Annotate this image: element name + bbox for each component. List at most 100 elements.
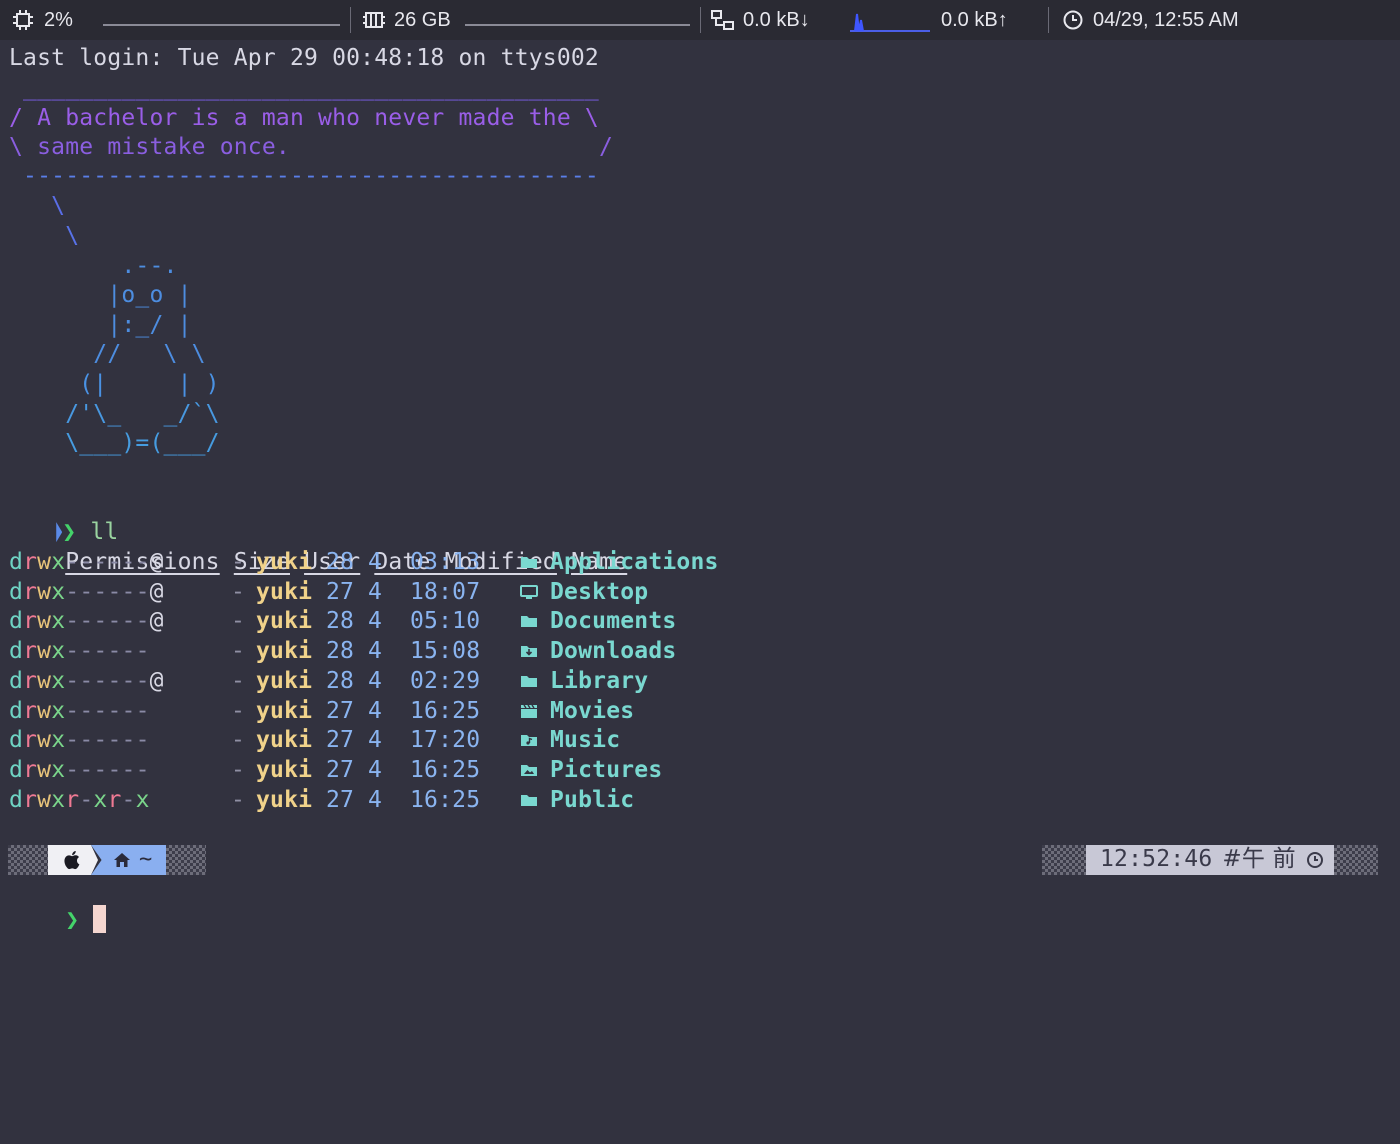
table-row: drwxr-xr-x - yuki 27 4 16:25 Public	[9, 786, 634, 816]
row-time: 15:08	[410, 638, 481, 665]
clock-datetime[interactable]: 04/29, 12:55 AM	[1093, 0, 1239, 40]
row-name[interactable]: Downloads	[550, 638, 676, 664]
row-time: 02:29	[410, 667, 481, 694]
network-graph	[850, 0, 930, 40]
row-size: -	[230, 549, 245, 575]
penguin-art-line: .--.	[9, 253, 178, 279]
status-ampm: #午 前	[1222, 846, 1296, 873]
row-day: 28	[326, 549, 355, 575]
penguin-art-line: \___)=(___/	[9, 430, 220, 456]
row-month: 4	[368, 667, 383, 694]
row-user: yuki	[256, 786, 313, 813]
row-time: 18:07	[410, 578, 481, 605]
row-user: yuki	[256, 638, 313, 665]
network-upload[interactable]: 0.0 kB↑	[941, 0, 1008, 40]
network-icon[interactable]	[711, 0, 735, 40]
speech-bubble-line-2: \ same mistake once. /	[9, 134, 614, 160]
statusline-dither	[166, 845, 207, 875]
row-month: 4	[368, 638, 383, 665]
table-row: drwx------ - yuki 27 4 16:25 Movies	[9, 697, 634, 727]
prompt-symbol: ❯	[65, 906, 80, 933]
row-time: 05:10	[410, 608, 481, 635]
row-permissions: drwx------@	[9, 667, 164, 694]
last-login-text: Last login: Tue Apr 29 00:48:18 on ttys0…	[9, 45, 599, 71]
os-segment	[48, 845, 98, 875]
row-permissions: drwx------	[9, 697, 150, 724]
prompt-marker-line	[0, 814, 63, 868]
row-time: 16:25	[410, 786, 481, 813]
row-name[interactable]: Music	[550, 727, 620, 753]
penguin-art-line: // \ \	[9, 341, 206, 367]
row-month: 4	[368, 608, 383, 635]
current-path: ~	[139, 847, 153, 873]
row-size: -	[230, 578, 245, 605]
row-month: 4	[368, 578, 383, 605]
row-permissions: drwxr-xr-x	[9, 786, 150, 813]
listing-header: Permissions Size User Date Modified Name	[9, 518, 627, 575]
table-row: drwx------@ - yuki 28 4 02:29 Library	[9, 667, 648, 697]
folder-icon	[520, 668, 550, 698]
row-name[interactable]: Documents	[550, 608, 676, 634]
apple-icon	[64, 851, 80, 870]
clapperboard-icon	[520, 698, 550, 728]
row-permissions: drwx------@	[9, 549, 164, 575]
memory-icon[interactable]	[363, 0, 385, 40]
folder-music-icon	[520, 727, 550, 757]
cpu-usage[interactable]: 2%	[44, 0, 73, 40]
row-time: 03:13	[410, 549, 481, 575]
row-day: 27	[326, 578, 355, 605]
row-day: 28	[326, 638, 355, 665]
clock-icon	[1306, 852, 1323, 868]
table-row: drwx------@ - yuki 28 4 03:13 Applications	[9, 548, 719, 578]
row-name[interactable]: Public	[550, 787, 634, 813]
row-permissions: drwx------	[9, 638, 150, 665]
row-day: 27	[326, 697, 355, 724]
row-size: -	[230, 756, 245, 783]
row-user: yuki	[256, 667, 313, 694]
statusline-dither	[8, 845, 48, 875]
row-name[interactable]: Library	[550, 668, 648, 694]
speech-bubble-bottom: ----------------------------------------…	[9, 163, 599, 189]
row-permissions: drwx------	[9, 756, 150, 783]
row-day: 28	[326, 667, 355, 694]
row-size: -	[230, 786, 245, 813]
penguin-art-line: \	[9, 193, 66, 219]
row-time: 17:20	[410, 727, 481, 754]
status-time: 12:52:46	[1100, 846, 1213, 873]
memory-usage[interactable]: 26 GB	[394, 0, 451, 40]
row-user: yuki	[256, 578, 313, 605]
statusline-left: ~	[8, 845, 207, 875]
row-month: 4	[368, 549, 383, 575]
row-name[interactable]: Movies	[550, 698, 634, 724]
terminal-window[interactable]: Last login: Tue Apr 29 00:48:18 on ttys0…	[0, 40, 1400, 1144]
row-size: -	[230, 697, 245, 724]
home-icon	[114, 853, 130, 867]
row-user: yuki	[256, 549, 313, 575]
speech-bubble-line-1: / A bachelor is a man who never made the…	[9, 105, 599, 131]
row-day: 27	[326, 727, 355, 754]
table-row: drwx------ - yuki 27 4 16:25 Pictures	[9, 756, 662, 786]
row-permissions: drwx------@	[9, 578, 164, 605]
network-download[interactable]: 0.0 kB↓	[743, 0, 810, 40]
desktop-icon	[520, 579, 550, 609]
folder-icon	[520, 608, 550, 638]
row-user: yuki	[256, 756, 313, 783]
row-size: -	[230, 638, 245, 665]
cpu-icon[interactable]	[12, 0, 34, 40]
row-name[interactable]: Pictures	[550, 757, 662, 783]
row-name[interactable]: Applications	[550, 549, 719, 575]
statusline-dither	[1042, 845, 1086, 875]
row-user: yuki	[256, 608, 313, 635]
time-segment: 12:52:46 #午 前	[1086, 845, 1334, 875]
folder-icon	[520, 549, 550, 579]
input-prompt[interactable]: ❯	[9, 875, 107, 933]
row-month: 4	[368, 697, 383, 724]
row-name[interactable]: Desktop	[550, 579, 648, 605]
row-month: 4	[368, 756, 383, 783]
terminal-cursor[interactable]	[93, 904, 107, 933]
clock-icon[interactable]	[1062, 0, 1084, 40]
path-segment: ~	[91, 845, 167, 875]
folder-download-icon	[520, 638, 550, 668]
row-day: 27	[326, 786, 355, 813]
command-line: ❯ ll	[0, 488, 118, 545]
